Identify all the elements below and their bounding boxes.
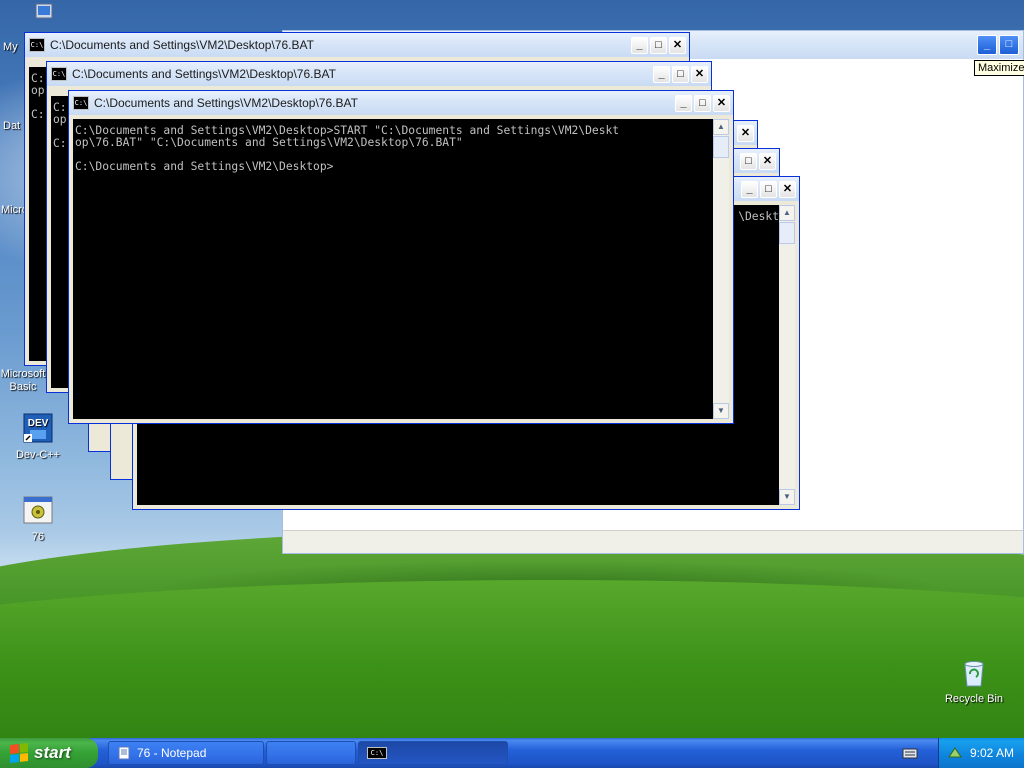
close-button[interactable]: ✕: [779, 180, 796, 198]
desktop-icon-dev-cpp[interactable]: DEV Dev-C++: [3, 412, 73, 462]
desktop-icon-label: 76: [31, 531, 45, 543]
vertical-scrollbar[interactable]: ▲ ▼: [779, 205, 795, 505]
desktop-icon-76[interactable]: 76: [3, 494, 73, 544]
window-title: C:\Documents and Settings\VM2\Desktop\76…: [94, 96, 358, 110]
cmd-icon: C:\: [367, 747, 387, 759]
computer-icon: [35, 3, 53, 19]
taskbar-item-cmd[interactable]: C:\: [358, 741, 508, 765]
recycle-bin-icon: [964, 661, 984, 687]
start-label: start: [34, 743, 71, 762]
minimize-button[interactable]: _: [653, 65, 670, 83]
keyboard-icon[interactable]: [902, 746, 918, 760]
maximize-button[interactable]: □: [672, 65, 689, 83]
batch-file-icon: [23, 496, 53, 524]
cmd-icon: C:\: [29, 38, 45, 52]
desktop-icon-label: Microsoft Basic: [0, 368, 46, 393]
taskbar: start 76 - Notepad C:\ 9:02 AM: [0, 738, 1024, 768]
maximize-button[interactable]: □: [694, 94, 711, 112]
start-button[interactable]: start: [0, 738, 98, 768]
maximize-tooltip: Maximize: [974, 60, 1024, 76]
desktop-icon-label: Recycle Bin: [944, 693, 1004, 705]
maximize-button[interactable]: □: [999, 35, 1019, 55]
vertical-scrollbar[interactable]: ▲ ▼: [713, 119, 729, 419]
minimize-button[interactable]: _: [631, 36, 648, 54]
taskbar-item-label: 76 - Notepad: [137, 746, 207, 760]
scroll-up-button[interactable]: ▲: [713, 119, 729, 135]
taskbar-item-2[interactable]: [266, 741, 356, 765]
svg-text:DEV: DEV: [28, 418, 49, 429]
minimize-button[interactable]: _: [977, 35, 997, 55]
clock[interactable]: 9:02 AM: [970, 746, 1014, 760]
desktop-icon-microsoft-basic[interactable]: Microsoft Basic: [0, 366, 46, 394]
cmd-icon: C:\: [51, 67, 67, 81]
close-button[interactable]: ✕: [713, 94, 730, 112]
minimize-button[interactable]: _: [741, 180, 758, 198]
scroll-down-button[interactable]: ▼: [713, 403, 729, 419]
system-tray: 9:02 AM: [938, 738, 1024, 768]
maximize-button[interactable]: □: [740, 152, 757, 170]
network-icon[interactable]: [947, 745, 963, 761]
window-title: C:\Documents and Settings\VM2\Desktop\76…: [72, 67, 336, 81]
maximize-button[interactable]: □: [760, 180, 777, 198]
maximize-button[interactable]: □: [650, 36, 667, 54]
notepad-hscrollbar[interactable]: [283, 530, 1023, 553]
console-output: C:\Documents and Settings\VM2\Desktop>ST…: [73, 119, 713, 419]
scroll-thumb[interactable]: [713, 136, 729, 158]
minimize-button[interactable]: _: [675, 94, 692, 112]
scroll-thumb[interactable]: [779, 222, 795, 244]
desktop-icon-recycle-bin[interactable]: Recycle Bin: [939, 656, 1009, 706]
notepad-icon: [118, 746, 130, 760]
scroll-down-button[interactable]: ▼: [779, 489, 795, 505]
window-title: C:\Documents and Settings\VM2\Desktop\76…: [50, 38, 314, 52]
cmd-icon: C:\: [73, 96, 89, 110]
close-button[interactable]: ✕: [691, 65, 708, 83]
close-button[interactable]: ✕: [737, 124, 754, 142]
dev-cpp-icon: DEV: [23, 413, 53, 443]
taskbar-item-notepad[interactable]: 76 - Notepad: [108, 741, 264, 765]
cmd-window-active: C:\ C:\Documents and Settings\VM2\Deskto…: [68, 90, 734, 424]
windows-logo-icon: [10, 743, 28, 763]
close-button[interactable]: ✕: [669, 36, 686, 54]
close-button[interactable]: ✕: [759, 152, 776, 170]
scroll-up-button[interactable]: ▲: [779, 205, 795, 221]
desktop-icon-label: Dev-C++: [15, 449, 61, 461]
